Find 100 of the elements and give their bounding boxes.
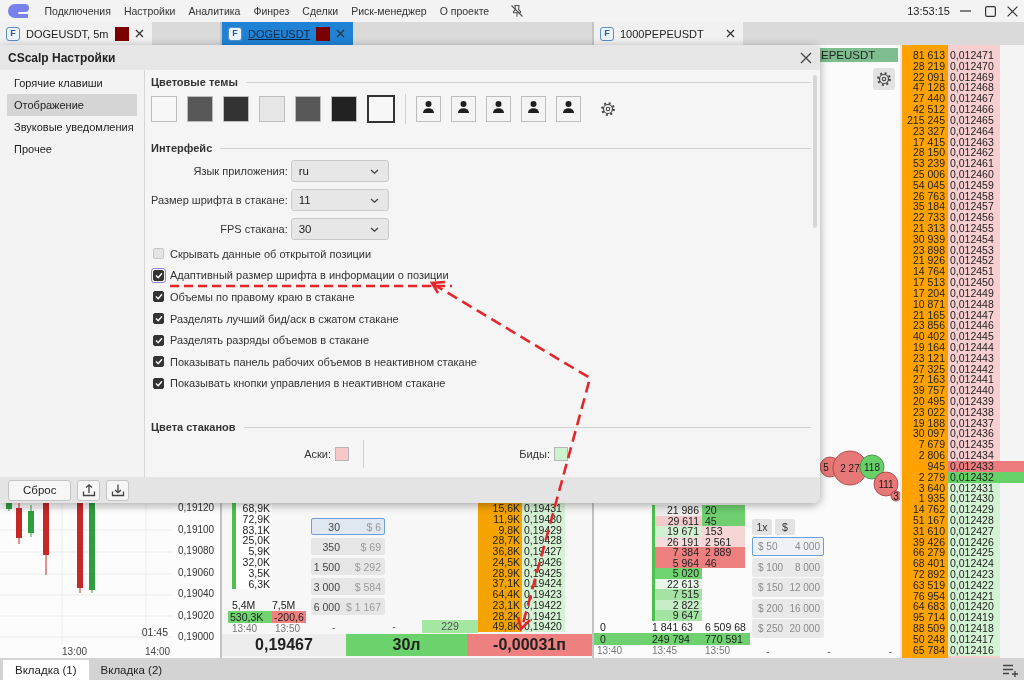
menu-item[interactable]: Подключения [38,4,118,18]
theme-swatch[interactable] [295,96,321,122]
color-picker-swatch[interactable] [335,447,349,462]
dropdown[interactable]: ru [290,160,389,182]
checkbox[interactable] [151,267,166,283]
settings-icon[interactable] [601,102,615,116]
volume-preset-button[interactable]: 1 500 $ 292 [311,558,385,575]
menu-item[interactable]: Риск-менеджер [344,4,434,18]
import-button[interactable] [106,479,130,501]
exchange-badge: F [600,26,614,41]
checkmark-icon [154,358,163,366]
checkbox-label: Объемы по правому краю в стакане [170,291,355,303]
theme-swatch[interactable] [151,96,177,122]
volume-preset-button[interactable]: 3 000 $ 584 [311,578,385,595]
theme-swatch[interactable] [259,96,285,122]
volume-preset-button[interactable]: 6 000 $ 1 167 [311,598,385,615]
instrument-tab[interactable]: F DOGEUSDT [222,22,354,45]
workspace-tab[interactable]: Вкладка (1) [3,660,89,680]
chevron-down-icon [369,168,379,174]
volume-preset-button[interactable]: 350 $ 69 [311,538,385,555]
section-title: Цвета стаканов [151,421,236,434]
volume-preset-button[interactable]: 30 $ 6 [311,518,385,535]
position-size: 30л [346,634,467,656]
empty-value: - [827,645,831,657]
custom-theme-button[interactable] [556,96,581,122]
nav-item[interactable]: Горячие клавиши [7,72,137,94]
settings-button[interactable] [873,68,895,90]
custom-theme-button[interactable] [416,96,441,122]
color-picker-swatch[interactable] [554,447,568,462]
menu-item[interactable]: Аналитика [181,4,247,18]
checkbox[interactable] [151,289,166,305]
price-label: 0,19080 [178,546,216,556]
nav-item[interactable]: Звуковые уведомления [7,116,137,138]
section-title: Цветовые темы [151,76,238,88]
list-plus-icon[interactable] [1003,663,1018,677]
empty-value: - [391,620,397,633]
dropdown[interactable]: 30 [290,218,389,240]
close-icon[interactable] [725,29,735,38]
nav-item[interactable]: Отображение [7,94,137,116]
workspace-tab[interactable]: Вкладка (2) [88,660,175,680]
ladder-price: 0,012428 [948,514,1000,526]
custom-theme-button[interactable] [486,96,511,122]
instrument-tab[interactable]: F DOGEUSDT, 5m [0,22,152,45]
menu-item[interactable]: Финрез [246,4,296,18]
order-size-cell: 2 889 [702,547,745,558]
section-title: Интерфейс [151,142,213,154]
trades-count: 229 [422,620,478,633]
mode-button[interactable]: 1x [752,519,772,535]
field-label: Биды: [519,448,550,461]
checkbox-label: Разделять разряды объемов в стакане [170,334,370,347]
ladder-price: 0,012418 [948,623,1000,634]
ladder-volume: 23,1K [478,599,522,611]
pin-off-icon[interactable] [509,4,524,18]
theme-swatch[interactable] [331,96,357,122]
menu-item[interactable]: Настройки [117,4,182,18]
custom-theme-button[interactable] [521,96,546,122]
mode-button[interactable]: $ [775,519,795,535]
maximize-icon[interactable] [985,5,996,17]
stat-value: 0 [599,621,607,633]
candle [28,504,34,538]
empty-value: - [888,645,892,657]
close-icon[interactable] [800,51,812,64]
reset-button[interactable]: Сброс [8,479,72,501]
checkbox[interactable] [151,354,166,370]
settings-icon [877,72,891,86]
checkbox-label: Разделять лучший бид/аск в сжатом стакане [170,312,399,325]
checkmark-icon [154,379,163,387]
menu-item[interactable]: Сделки [295,4,345,18]
app-logo [7,3,29,19]
theme-swatch[interactable] [223,96,249,122]
ladder-volume: 49,8K [478,621,522,632]
close-icon[interactable] [134,29,144,38]
cluster-volume-cell: 9 647 [652,610,702,621]
checkbox[interactable] [151,332,166,348]
checkmark-icon [154,293,163,301]
person-icon [563,101,574,113]
field-label: Размер шрифта в стакане: [151,194,288,206]
menu-item[interactable]: О проекте [433,4,496,18]
position-pnl: -0,00031п [467,634,592,656]
instrument-tab[interactable]: F 1000PEPEUSDT [594,22,743,45]
dropdown[interactable]: 11 [290,189,389,211]
checkbox[interactable] [151,246,166,262]
ladder-volume: 28,7K [478,535,522,546]
custom-theme-button[interactable] [451,96,476,122]
order-size-cell: 45 [702,515,745,526]
theme-swatch[interactable] [367,95,395,123]
theme-swatch[interactable] [187,96,213,122]
field-label: Язык приложения: [193,165,288,177]
checkbox[interactable] [151,375,166,391]
nav-item[interactable]: Прочее [7,138,137,160]
time-label: 13:50 [704,645,732,657]
price-label: 0,19060 [178,567,216,578]
person-icon [493,101,504,113]
ladder-price: 0,012430 [948,493,1000,505]
export-button[interactable] [77,479,101,501]
order-size-cell: 153 [702,526,745,537]
ladder-price: 0,012426 [948,536,1000,548]
price-label: 0,19120 [178,503,216,513]
checkbox[interactable] [151,311,166,327]
close-icon[interactable] [1007,5,1018,17]
